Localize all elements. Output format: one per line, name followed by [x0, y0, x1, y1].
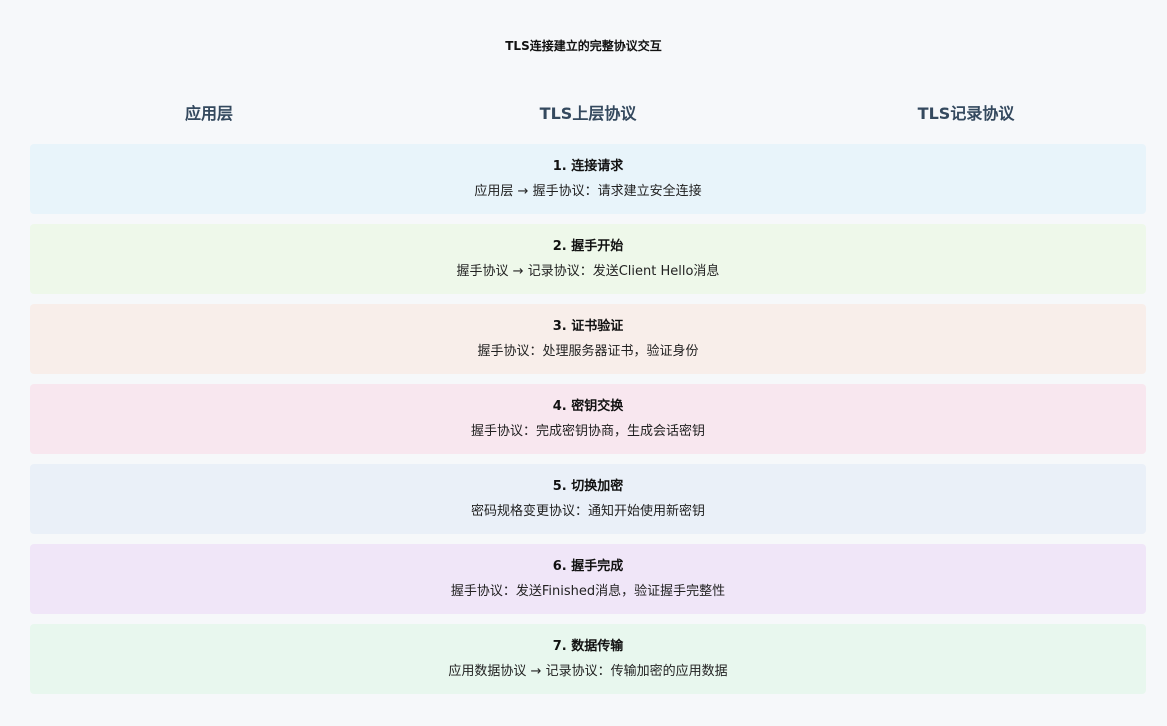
step-title: 3. 证书验证: [552, 319, 624, 334]
step-title: 1. 连接请求: [552, 159, 624, 174]
column-header-tls-upper-protocols: TLS上层协议: [539, 104, 637, 123]
step-6: 6. 握手完成 握手协议：发送Finished消息，验证握手完整性: [30, 544, 1146, 614]
step-2: 2. 握手开始 握手协议 → 记录协议：发送Client Hello消息: [30, 224, 1146, 294]
step-title: 2. 握手开始: [552, 239, 624, 254]
step-description: 应用数据协议 → 记录协议：传输加密的应用数据: [448, 664, 728, 679]
step-4: 4. 密钥交换 握手协议：完成密钥协商，生成会话密钥: [30, 384, 1146, 454]
steps-list: 1. 连接请求 应用层 → 握手协议：请求建立安全连接 2. 握手开始 握手协议…: [30, 144, 1146, 704]
step-title: 5. 切换加密: [552, 479, 624, 494]
step-description: 握手协议：完成密钥协商，生成会话密钥: [470, 424, 705, 439]
step-description: 握手协议 → 记录协议：发送Client Hello消息: [456, 264, 720, 279]
step-description: 密码规格变更协议：通知开始使用新密钥: [470, 504, 705, 519]
step-description: 握手协议：发送Finished消息，验证握手完整性: [450, 584, 726, 599]
step-description: 应用层 → 握手协议：请求建立安全连接: [474, 184, 702, 199]
step-title: 7. 数据传输: [552, 639, 624, 654]
step-5: 5. 切换加密 密码规格变更协议：通知开始使用新密钥: [30, 464, 1146, 534]
column-header-tls-record-protocol: TLS记录协议: [917, 104, 1015, 123]
column-header-application-layer: 应用层: [184, 104, 234, 123]
step-7: 7. 数据传输 应用数据协议 → 记录协议：传输加密的应用数据: [30, 624, 1146, 694]
step-title: 4. 密钥交换: [552, 399, 624, 414]
column-headers: 应用层 TLS上层协议 TLS记录协议: [30, 100, 1146, 124]
step-1: 1. 连接请求 应用层 → 握手协议：请求建立安全连接: [30, 144, 1146, 214]
step-title: 6. 握手完成: [552, 559, 624, 574]
step-description: 握手协议：处理服务器证书，验证身份: [477, 344, 699, 359]
diagram-title: TLS连接建立的完整协议交互: [505, 39, 662, 53]
step-3: 3. 证书验证 握手协议：处理服务器证书，验证身份: [30, 304, 1146, 374]
